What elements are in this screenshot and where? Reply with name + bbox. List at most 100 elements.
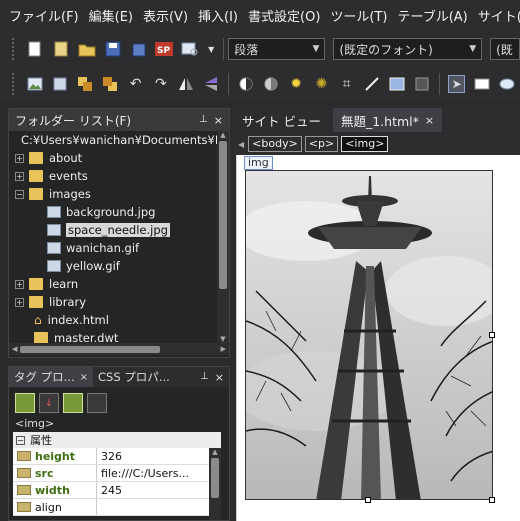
show-set-properties-icon[interactable] <box>63 393 83 413</box>
resize-handle-bottom-right[interactable] <box>489 497 495 503</box>
menu-table[interactable]: テーブル(A) <box>393 6 473 25</box>
property-row-width[interactable]: width 245 <box>13 482 221 499</box>
tree-item-background-jpg[interactable]: background.jpg <box>15 203 217 221</box>
rotate-left-icon[interactable]: ↶ <box>127 75 144 93</box>
quicktag-img[interactable]: <img> <box>341 136 389 152</box>
scroll-right-icon[interactable]: ▶ <box>221 345 226 353</box>
crop-icon[interactable]: ⌗ <box>338 75 355 93</box>
pin-icon[interactable]: ⊥ <box>200 371 209 384</box>
save-all-icon[interactable] <box>129 40 147 58</box>
scroll-thumb[interactable] <box>211 458 219 498</box>
scroll-left-icon[interactable]: ◀ <box>238 140 244 149</box>
new-page-icon[interactable] <box>26 40 44 58</box>
bring-forward-icon[interactable] <box>76 75 93 93</box>
color-picture-icon[interactable] <box>389 75 406 93</box>
menu-view[interactable]: 表示(V) <box>138 6 193 25</box>
tree-item-index-html[interactable]: ⌂ index.html <box>15 311 217 329</box>
rotate-right-icon[interactable]: ↷ <box>152 75 169 93</box>
line-style-icon[interactable] <box>363 75 380 93</box>
tree-item-about[interactable]: + about <box>15 149 217 167</box>
paragraph-style-select[interactable]: 段落 ▼ <box>228 38 326 60</box>
scroll-up-icon[interactable]: ▲ <box>217 131 229 139</box>
close-icon[interactable]: × <box>425 114 434 127</box>
scroll-left-icon[interactable]: ◀ <box>12 345 17 353</box>
quicktag-body[interactable]: <body> <box>248 136 302 152</box>
menu-edit[interactable]: 編集(E) <box>84 6 138 25</box>
circle-hotspot-icon[interactable] <box>499 75 516 93</box>
folder-list-vscrollbar[interactable]: ▲ ▼ <box>217 131 229 343</box>
tree-item-images[interactable]: − images <box>15 185 217 203</box>
tree-item-master-dwt[interactable]: master.dwt <box>15 329 217 343</box>
expander-icon[interactable]: + <box>15 297 24 307</box>
quicktag-p[interactable]: <p> <box>304 136 339 152</box>
tab-css-properties[interactable]: CSS プロパ... <box>93 367 175 387</box>
dropdown-arrow-icon[interactable]: ▼ <box>207 40 215 58</box>
tree-item-space-needle-jpg[interactable]: space_needle.jpg <box>15 221 217 239</box>
tab-tag-properties[interactable]: タグ プロ... × <box>9 367 94 387</box>
resize-handle-right[interactable] <box>489 332 495 338</box>
send-backward-icon[interactable] <box>102 75 119 93</box>
tree-root[interactable]: C:¥Users¥wanichan¥Documents¥M <box>15 131 217 149</box>
expander-icon[interactable]: − <box>15 189 24 199</box>
tab-site-view[interactable]: サイト ビュー <box>234 108 329 132</box>
select-pointer-icon[interactable]: ➤ <box>448 75 466 93</box>
categorized-icon[interactable] <box>15 393 35 413</box>
toolbar-grip[interactable] <box>12 38 16 60</box>
save-icon[interactable] <box>104 40 122 58</box>
less-contrast-icon[interactable] <box>262 75 279 93</box>
property-value[interactable]: 245 <box>97 484 122 497</box>
property-value[interactable]: 326 <box>97 450 122 463</box>
pin-icon[interactable]: ⊥ <box>199 114 208 127</box>
tree-item-events[interactable]: + events <box>15 167 217 185</box>
bevel-icon[interactable] <box>414 75 431 93</box>
new-site-icon[interactable] <box>52 40 70 58</box>
space-needle-image[interactable] <box>245 170 493 500</box>
property-row-align[interactable]: align <box>13 499 221 516</box>
insert-picture-icon[interactable] <box>26 75 43 93</box>
more-contrast-icon[interactable] <box>237 75 254 93</box>
font-size-select[interactable]: (既 <box>490 38 520 60</box>
tree-item-yellow-gif[interactable]: yellow.gif <box>15 257 217 275</box>
toolbar-grip[interactable] <box>12 73 16 95</box>
close-icon[interactable]: × <box>214 114 223 127</box>
preview-icon[interactable] <box>181 40 199 58</box>
close-icon[interactable]: × <box>215 371 224 384</box>
tree-item-wanichan-gif[interactable]: wanichan.gif <box>15 239 217 257</box>
close-icon[interactable]: × <box>80 372 88 383</box>
collapse-icon[interactable]: − <box>16 435 25 445</box>
menu-insert[interactable]: 挿入(I) <box>193 6 243 25</box>
open-folder-icon[interactable] <box>78 40 96 58</box>
expander-icon[interactable]: + <box>15 153 24 163</box>
flip-vertical-icon[interactable] <box>203 75 220 93</box>
attribute-icon <box>17 485 31 495</box>
rectangle-hotspot-icon[interactable] <box>473 75 490 93</box>
auto-thumbnail-icon[interactable] <box>51 75 68 93</box>
tree-item-library[interactable]: + library <box>15 293 217 311</box>
property-grid-vscrollbar[interactable]: ▲ <box>209 448 221 520</box>
tag-properties-icon[interactable] <box>87 393 107 413</box>
menu-file[interactable]: ファイル(F) <box>4 6 84 25</box>
menu-format[interactable]: 書式設定(O) <box>243 6 325 25</box>
flip-horizontal-icon[interactable] <box>178 75 195 93</box>
property-value[interactable]: file:///C:/Users... <box>97 467 189 480</box>
scroll-down-icon[interactable]: ▼ <box>217 335 229 343</box>
scroll-thumb[interactable] <box>219 141 227 289</box>
expander-icon[interactable]: + <box>15 279 24 289</box>
sort-az-icon[interactable]: ↓ <box>39 393 59 413</box>
attributes-section-header[interactable]: − 属性 <box>13 432 221 448</box>
sharepoint-icon[interactable]: SP <box>155 40 174 58</box>
more-brightness-icon[interactable]: ✹ <box>288 75 305 93</box>
folder-list-hscrollbar[interactable]: ◀ ▶ <box>9 343 229 355</box>
property-row-src[interactable]: src file:///C:/Users... <box>13 465 221 482</box>
less-brightness-icon[interactable]: ✺ <box>313 75 330 93</box>
tree-item-learn[interactable]: + learn <box>15 275 217 293</box>
expander-icon[interactable]: + <box>15 171 24 181</box>
resize-handle-bottom[interactable] <box>365 497 371 503</box>
menu-site[interactable]: サイト(S) <box>473 6 520 25</box>
menu-tools[interactable]: ツール(T) <box>325 6 392 25</box>
tab-document[interactable]: 無題_1.html* × <box>332 108 443 132</box>
font-family-select[interactable]: (既定のフォント) ▼ <box>333 38 483 60</box>
scroll-thumb[interactable] <box>20 345 161 353</box>
scroll-up-icon[interactable]: ▲ <box>209 448 221 456</box>
property-row-height[interactable]: height 326 <box>13 448 221 465</box>
